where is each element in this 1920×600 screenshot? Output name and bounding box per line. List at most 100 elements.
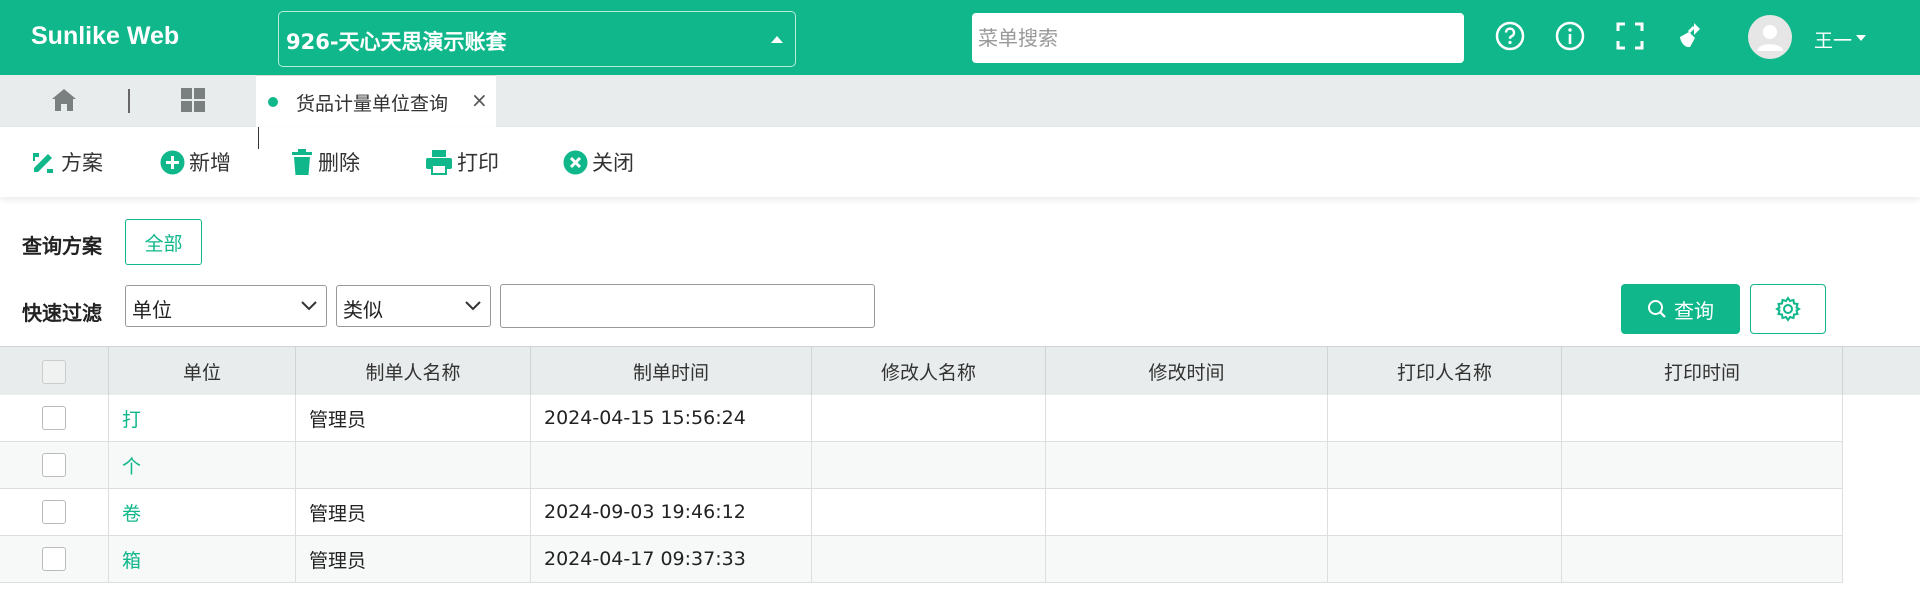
- modifier-cell: [812, 395, 1046, 441]
- table-row[interactable]: 箱 管理员 2024-04-17 09:37:33: [0, 536, 1843, 583]
- modified-time-cell: [1046, 489, 1328, 535]
- creator-cell: [296, 442, 531, 488]
- column-header[interactable]: 修改人名称: [812, 347, 1046, 396]
- table-header: 单位 制单人名称 制单时间 修改人名称 修改时间 打印人名称 打印时间: [0, 346, 1920, 396]
- avatar[interactable]: [1748, 15, 1792, 59]
- clear-cache-icon[interactable]: [1674, 20, 1706, 52]
- user-name[interactable]: 王一: [1814, 26, 1852, 53]
- scheme-label: 方案: [61, 151, 103, 175]
- unit-cell[interactable]: 个: [109, 442, 296, 488]
- printer-cell: [1328, 395, 1562, 441]
- quick-filter-label: 快速过滤: [22, 301, 102, 325]
- close-label: 关闭: [592, 151, 634, 175]
- column-header[interactable]: 制单时间: [531, 347, 812, 396]
- printed-time-cell: [1562, 536, 1843, 582]
- table-row[interactable]: 打 管理员 2024-04-15 15:56:24: [0, 395, 1843, 442]
- table-row[interactable]: 个: [0, 442, 1843, 489]
- row-select-cell: [0, 489, 109, 535]
- column-header[interactable]: 单位: [109, 347, 296, 396]
- unit-cell[interactable]: 卷: [109, 489, 296, 535]
- printed-time-cell: [1562, 442, 1843, 488]
- tab-divider: [128, 89, 130, 113]
- tab-strip: 货品计量单位查询 ×: [0, 75, 1920, 127]
- help-icon[interactable]: [1494, 20, 1526, 52]
- unit-table: 单位 制单人名称 制单时间 修改人名称 修改时间 打印人名称 打印时间 打 管理…: [0, 346, 1920, 600]
- settings-button[interactable]: [1750, 284, 1826, 334]
- printer-icon: [426, 150, 452, 175]
- printer-cell: [1328, 442, 1562, 488]
- row-checkbox[interactable]: [42, 547, 66, 571]
- scheme-all-button[interactable]: 全部: [125, 219, 202, 265]
- caret-up-icon: [771, 36, 783, 43]
- unit-cell[interactable]: 箱: [109, 536, 296, 582]
- delete-label: 删除: [318, 151, 360, 175]
- printed-time-cell: [1562, 395, 1843, 441]
- creator-cell: 管理员: [296, 536, 531, 582]
- printed-time-cell: [1562, 489, 1843, 535]
- top-bar: Sunlike Web 926-天心天思演示账套 王一: [0, 0, 1920, 75]
- creator-cell: 管理员: [296, 489, 531, 535]
- close-button[interactable]: 关闭: [563, 146, 634, 178]
- print-label: 打印: [457, 151, 499, 175]
- close-circle-icon: [563, 150, 588, 174]
- modifier-cell: [812, 536, 1046, 582]
- fullscreen-icon[interactable]: [1614, 20, 1646, 52]
- select-all-cell: [0, 347, 109, 396]
- column-header[interactable]: 打印时间: [1562, 347, 1843, 396]
- pencil-ruler-icon: [33, 153, 53, 173]
- row-select-cell: [0, 536, 109, 582]
- delete-button[interactable]: 删除: [290, 146, 360, 178]
- row-checkbox[interactable]: [42, 406, 66, 430]
- toolbar: 方案 新增 删除 打印 关闭: [0, 127, 1920, 197]
- add-button[interactable]: 新增: [160, 146, 231, 178]
- filter-field-value: 单位: [132, 298, 172, 322]
- trash-icon: [292, 149, 312, 175]
- chevron-down-icon[interactable]: [1856, 35, 1866, 41]
- query-label: 查询: [1674, 298, 1714, 323]
- home-icon[interactable]: [50, 86, 78, 114]
- column-header[interactable]: 制单人名称: [296, 347, 531, 396]
- chevron-down-icon: [301, 301, 317, 311]
- account-selector[interactable]: 926-天心天思演示账套: [278, 11, 796, 67]
- account-name: 926-天心天思演示账套: [286, 30, 507, 54]
- plus-circle-icon: [160, 150, 185, 174]
- scheme-filter-label: 查询方案: [22, 234, 102, 258]
- print-button[interactable]: 打印: [425, 146, 499, 178]
- modified-time-cell: [1046, 536, 1328, 582]
- created-time-cell: [531, 442, 812, 488]
- filter-operator-select[interactable]: 类似: [336, 285, 491, 327]
- printer-cell: [1328, 536, 1562, 582]
- modifier-cell: [812, 442, 1046, 488]
- info-icon[interactable]: [1554, 20, 1586, 52]
- text-cursor: [258, 127, 259, 149]
- column-header[interactable]: 修改时间: [1046, 347, 1328, 396]
- column-header[interactable]: 打印人名称: [1328, 347, 1562, 396]
- tab-label: 货品计量单位查询: [296, 93, 449, 115]
- filter-value-input[interactable]: [500, 284, 875, 328]
- modifier-cell: [812, 489, 1046, 535]
- select-all-checkbox[interactable]: [42, 359, 66, 384]
- created-time-cell: 2024-04-15 15:56:24: [531, 395, 812, 441]
- scheme-button[interactable]: 方案: [31, 146, 103, 178]
- brand-logo: Sunlike Web: [31, 22, 180, 50]
- table-row[interactable]: 卷 管理员 2024-09-03 19:46:12: [0, 489, 1843, 536]
- created-time-cell: 2024-04-17 09:37:33: [531, 536, 812, 582]
- search-icon: [1648, 300, 1666, 318]
- filter-operator-value: 类似: [343, 298, 383, 322]
- printer-cell: [1328, 489, 1562, 535]
- created-time-cell: 2024-09-03 19:46:12: [531, 489, 812, 535]
- row-checkbox[interactable]: [42, 500, 66, 524]
- menu-search-input[interactable]: [972, 13, 1464, 63]
- tab-unit-query[interactable]: 货品计量单位查询 ×: [256, 75, 496, 127]
- query-button[interactable]: 查询: [1621, 284, 1740, 334]
- row-select-cell: [0, 395, 109, 441]
- filter-field-select[interactable]: 单位: [125, 285, 327, 327]
- apps-grid-icon[interactable]: [180, 87, 206, 113]
- modified-time-cell: [1046, 395, 1328, 441]
- row-select-cell: [0, 442, 109, 488]
- unit-cell[interactable]: 打: [109, 395, 296, 441]
- row-checkbox[interactable]: [42, 453, 66, 477]
- modified-time-cell: [1046, 442, 1328, 488]
- close-icon[interactable]: ×: [471, 88, 488, 112]
- add-label: 新增: [189, 151, 231, 175]
